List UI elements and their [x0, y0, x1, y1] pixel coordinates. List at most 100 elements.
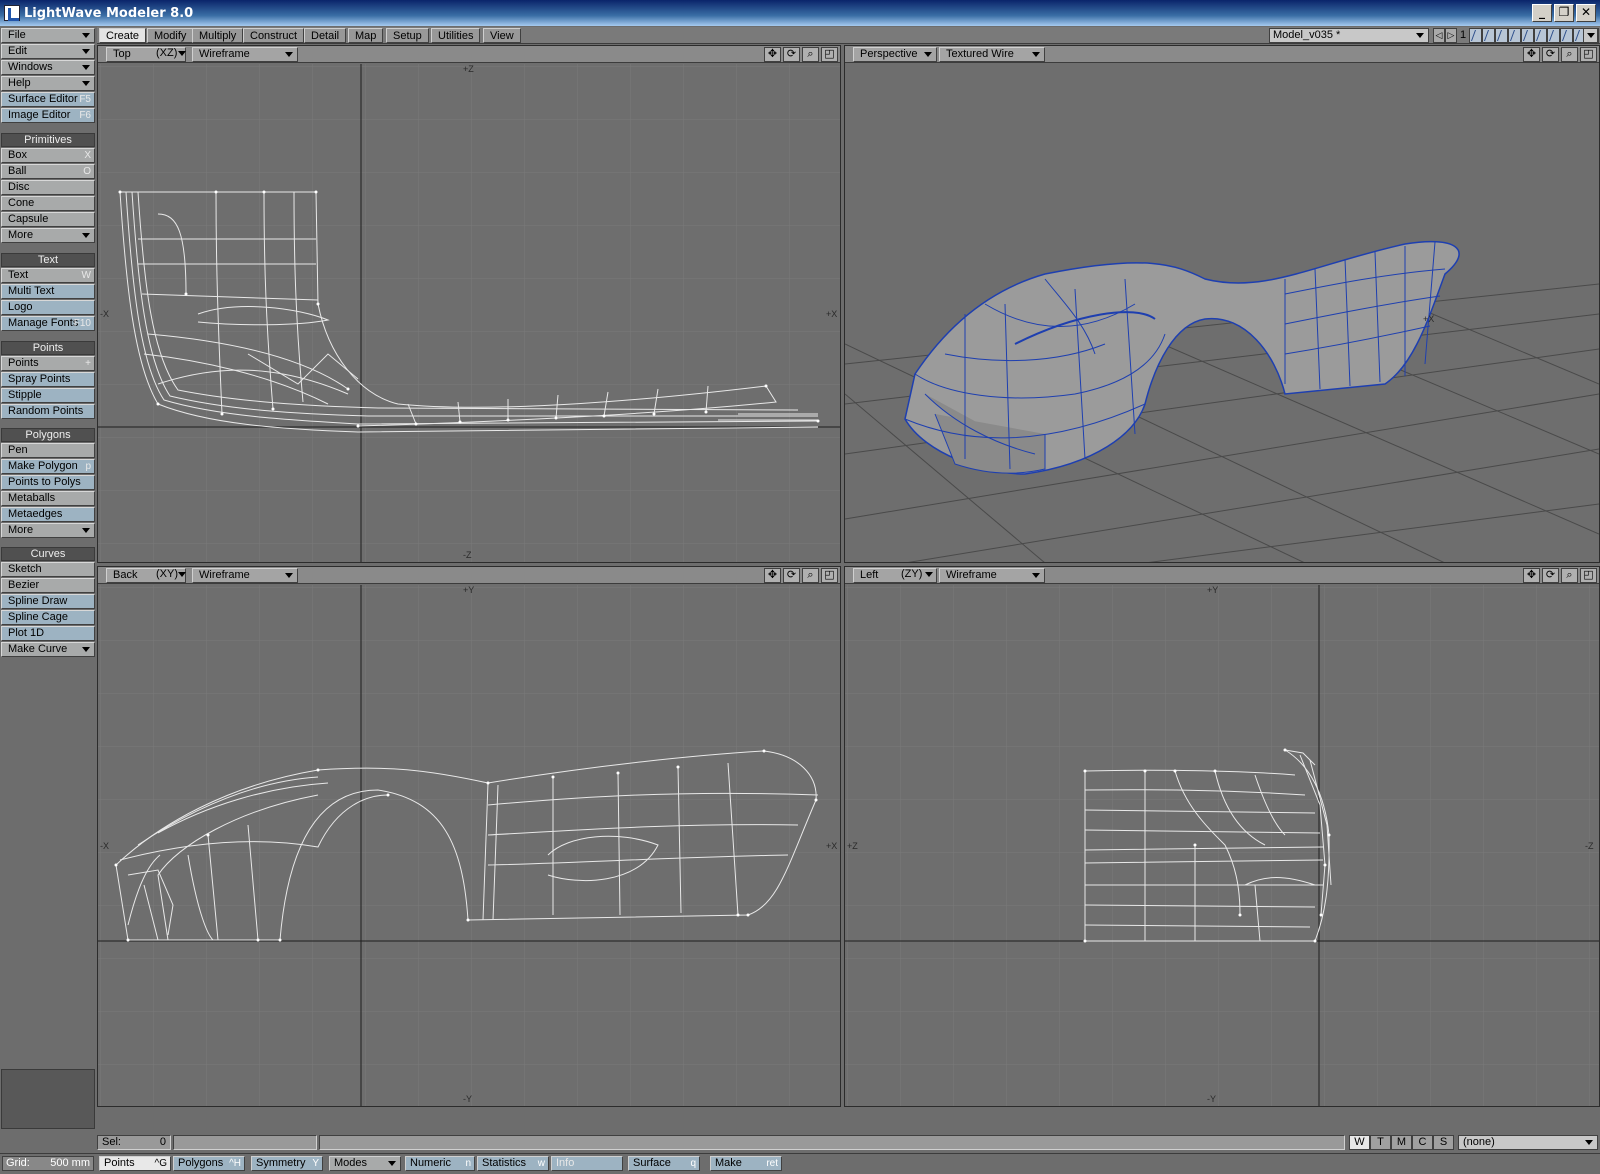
sketch-button[interactable]: Sketch — [1, 562, 95, 577]
image-editor-button[interactable]: Image Editor F6 — [1, 108, 95, 123]
viewport-perspective[interactable]: Perspective Textured Wire ✥ ⟳ ⌕ ◰ +X — [844, 45, 1600, 563]
surface-editor-button[interactable]: Surface Editor F5 — [1, 92, 95, 107]
viewport-canvas[interactable]: +Z -Z -X +X — [98, 64, 840, 562]
modes-menu[interactable]: Modes — [329, 1156, 401, 1171]
layer-slot[interactable] — [1482, 28, 1495, 43]
stipple-button[interactable]: Stipple — [1, 388, 95, 403]
points-button[interactable]: Points + — [1, 356, 95, 371]
layer-slot[interactable] — [1534, 28, 1547, 43]
render-mode-select[interactable]: Wireframe — [192, 47, 298, 62]
layer-slot[interactable] — [1547, 28, 1560, 43]
metaedges-button[interactable]: Metaedges — [1, 507, 95, 522]
help-menu[interactable]: Help — [1, 76, 95, 91]
zoom-view-icon[interactable]: ⌕ — [1561, 568, 1578, 583]
maximize-view-icon[interactable]: ◰ — [1580, 568, 1597, 583]
zoom-view-icon[interactable]: ⌕ — [802, 47, 819, 62]
make-polygon-button[interactable]: Make Polygon p — [1, 459, 95, 474]
restore-icon[interactable]: ❐ — [1554, 4, 1574, 22]
tab-detail[interactable]: Detail — [304, 28, 347, 43]
symmetry-button[interactable]: Symmetry Y — [251, 1156, 323, 1171]
spray-points-button[interactable]: Spray Points — [1, 372, 95, 387]
move-view-icon[interactable]: ✥ — [764, 47, 781, 62]
rotate-view-icon[interactable]: ⟳ — [1542, 47, 1559, 62]
random-points-button[interactable]: Random Points — [1, 404, 95, 419]
numeric-button[interactable]: Numeric n — [405, 1156, 475, 1171]
metaballs-button[interactable]: Metaballs — [1, 491, 95, 506]
tab-multiply[interactable]: Multiply — [192, 28, 244, 43]
viewport-left[interactable]: Left (ZY) Wireframe ✥ ⟳ ⌕ ◰ +Y -Y +Z -Z — [844, 566, 1600, 1107]
polygons-more-button[interactable]: More — [1, 523, 95, 538]
primitives-more-button[interactable]: More — [1, 228, 95, 243]
maximize-view-icon[interactable]: ◰ — [821, 47, 838, 62]
rotate-view-icon[interactable]: ⟳ — [783, 47, 800, 62]
weight-map-toggle[interactable]: W — [1349, 1135, 1370, 1150]
points-mode-button[interactable]: Points ^G — [99, 1156, 171, 1171]
box-button[interactable]: Box X — [1, 148, 95, 163]
make-curve-button[interactable]: Make Curve — [1, 642, 95, 657]
make-button[interactable]: Make ret — [710, 1156, 782, 1171]
maximize-view-icon[interactable]: ◰ — [1580, 47, 1597, 62]
tab-modify[interactable]: Modify — [147, 28, 194, 43]
viewport-canvas[interactable]: +X — [845, 64, 1599, 562]
spline-cage-button[interactable]: Spline Cage — [1, 610, 95, 625]
logo-button[interactable]: Logo — [1, 300, 95, 315]
tab-map[interactable]: Map — [348, 28, 384, 43]
view-axes-select[interactable]: (XZ) — [150, 47, 190, 62]
maximize-view-icon[interactable]: ◰ — [821, 568, 838, 583]
surface-button[interactable]: Surface q — [628, 1156, 700, 1171]
move-view-icon[interactable]: ✥ — [1523, 47, 1540, 62]
vertex-map-select[interactable]: (none) — [1458, 1135, 1598, 1150]
layer-slot[interactable] — [1469, 28, 1482, 43]
multi-text-button[interactable]: Multi Text — [1, 284, 95, 299]
view-axes-select[interactable]: (ZY) — [895, 568, 937, 583]
render-mode-select[interactable]: Wireframe — [192, 568, 298, 583]
viewport-canvas[interactable]: +Y -Y +Z -Z — [845, 585, 1599, 1106]
move-view-icon[interactable]: ✥ — [1523, 568, 1540, 583]
layer-slot[interactable] — [1560, 28, 1573, 43]
bezier-button[interactable]: Bezier — [1, 578, 95, 593]
viewport-canvas[interactable]: +Y -Y -X +X — [98, 585, 840, 1106]
color-map-toggle[interactable]: C — [1412, 1135, 1433, 1150]
windows-menu[interactable]: Windows — [1, 60, 95, 75]
zoom-view-icon[interactable]: ⌕ — [802, 568, 819, 583]
file-menu[interactable]: File — [1, 28, 95, 43]
move-view-icon[interactable]: ✥ — [764, 568, 781, 583]
model-select[interactable]: Model_v035 * — [1269, 28, 1429, 43]
layer-prev-icon[interactable]: ◁ — [1433, 28, 1445, 43]
selection-set-toggle[interactable]: S — [1433, 1135, 1454, 1150]
view-axes-select[interactable]: (XY) — [150, 568, 190, 583]
tab-create[interactable]: Create — [99, 28, 147, 43]
statistics-button[interactable]: Statistics w — [477, 1156, 549, 1171]
render-mode-select[interactable]: Wireframe — [939, 568, 1045, 583]
tab-view[interactable]: View — [483, 28, 521, 43]
close-icon[interactable]: ✕ — [1576, 4, 1596, 22]
zoom-view-icon[interactable]: ⌕ — [1561, 47, 1578, 62]
morph-map-toggle[interactable]: M — [1391, 1135, 1412, 1150]
capsule-button[interactable]: Capsule — [1, 212, 95, 227]
layer-next-icon[interactable]: ▷ — [1445, 28, 1457, 43]
rotate-view-icon[interactable]: ⟳ — [783, 568, 800, 583]
layer-slot[interactable] — [1521, 28, 1534, 43]
viewport-back[interactable]: Back (XY) Wireframe ✥ ⟳ ⌕ ◰ +Y -Y -X +X — [97, 566, 841, 1107]
edit-menu[interactable]: Edit — [1, 44, 95, 59]
tab-utilities[interactable]: Utilities — [431, 28, 481, 43]
pen-button[interactable]: Pen — [1, 443, 95, 458]
spline-draw-button[interactable]: Spline Draw — [1, 594, 95, 609]
text-button[interactable]: Text W — [1, 268, 95, 283]
tab-construct[interactable]: Construct — [243, 28, 305, 43]
layer-slot[interactable] — [1495, 28, 1508, 43]
layer-dropdown[interactable] — [1583, 28, 1598, 43]
minimize-icon[interactable]: _ — [1532, 4, 1552, 22]
render-mode-select[interactable]: Textured Wire — [939, 47, 1045, 62]
view-type-select[interactable]: Perspective — [853, 47, 937, 62]
ball-button[interactable]: Ball O — [1, 164, 95, 179]
polygons-mode-button[interactable]: Polygons ^H — [173, 1156, 245, 1171]
plot-1d-button[interactable]: Plot 1D — [1, 626, 95, 641]
points-to-polys-button[interactable]: Points to Polys — [1, 475, 95, 490]
disc-button[interactable]: Disc — [1, 180, 95, 195]
tab-setup[interactable]: Setup — [386, 28, 429, 43]
manage-fonts-button[interactable]: Manage Fonts F10 — [1, 316, 95, 331]
texture-map-toggle[interactable]: T — [1370, 1135, 1391, 1150]
layer-slot[interactable] — [1508, 28, 1521, 43]
viewport-top[interactable]: Top (XZ) Wireframe ✥ ⟳ ⌕ ◰ +Z -Z -X +X — [97, 45, 841, 563]
